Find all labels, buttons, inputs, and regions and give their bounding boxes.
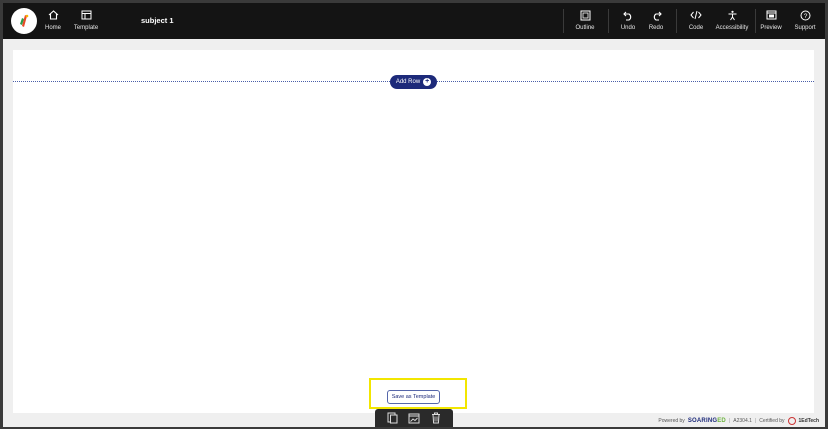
outline-icon: [578, 8, 592, 22]
bottom-toolbar: [375, 409, 453, 427]
accessibility-icon: [725, 8, 739, 22]
toolbar-divider: [755, 9, 756, 33]
toolbar-divider: [676, 9, 677, 33]
save-as-template-button[interactable]: Save as Template: [387, 390, 440, 404]
app-logo-icon[interactable]: [11, 8, 37, 34]
outline-label: Outline: [575, 25, 595, 31]
preview-icon: [764, 8, 778, 22]
accessibility-label: Accessibility: [715, 25, 749, 31]
outline-button[interactable]: Outline: [573, 8, 597, 36]
trash-icon[interactable]: [430, 412, 443, 425]
undo-label: Undo: [620, 25, 636, 31]
undo-icon: [621, 8, 635, 22]
version-text: A2304.1: [733, 418, 752, 424]
template-label: Template: [73, 25, 99, 31]
toolbar-divider: [563, 9, 564, 33]
help-icon: ?: [798, 8, 812, 22]
preview-label: Preview: [760, 25, 782, 31]
preview-button[interactable]: Preview: [759, 8, 783, 36]
plus-icon: +: [423, 78, 432, 86]
template-button[interactable]: Template: [71, 8, 101, 36]
template-icon: [79, 8, 93, 22]
redo-button[interactable]: Redo: [645, 8, 667, 36]
accessibility-button[interactable]: Accessibility: [713, 8, 751, 36]
toolbar-divider: [608, 9, 609, 33]
brand-logo: SOARINGED: [687, 418, 726, 424]
support-button[interactable]: ? Support: [793, 8, 817, 36]
certified-by-text: Certified by: [759, 418, 785, 424]
add-row-label: Add Row: [395, 79, 421, 85]
redo-label: Redo: [648, 25, 664, 31]
certifier-name: 1EdTech: [798, 418, 819, 424]
home-icon: [46, 8, 60, 22]
certification-logo-icon: [787, 417, 796, 425]
code-button[interactable]: Code: [685, 8, 707, 36]
top-toolbar: Home Template subject 1 Outline Undo Red…: [3, 3, 825, 39]
home-button[interactable]: Home: [43, 8, 63, 36]
footer-separator: |: [754, 418, 757, 424]
redo-icon: [649, 8, 663, 22]
support-label: Support: [794, 25, 816, 31]
home-label: Home: [44, 25, 61, 31]
code-label: Code: [688, 25, 704, 31]
copy-icon[interactable]: [386, 412, 399, 425]
image-icon[interactable]: [408, 412, 421, 425]
powered-by-text: Powered by: [658, 418, 685, 424]
code-icon: [689, 8, 703, 22]
app-frame: Home Template subject 1 Outline Undo Red…: [3, 3, 825, 427]
footer-credits: Powered by SOARINGED | A2304.1 | Certifi…: [658, 416, 819, 426]
footer-separator: |: [728, 418, 731, 424]
add-row-button[interactable]: Add Row +: [390, 75, 437, 89]
editor-canvas[interactable]: Add Row +: [13, 50, 814, 413]
svg-text:?: ?: [803, 13, 807, 20]
document-title: subject 1: [141, 16, 174, 25]
undo-button[interactable]: Undo: [617, 8, 639, 36]
